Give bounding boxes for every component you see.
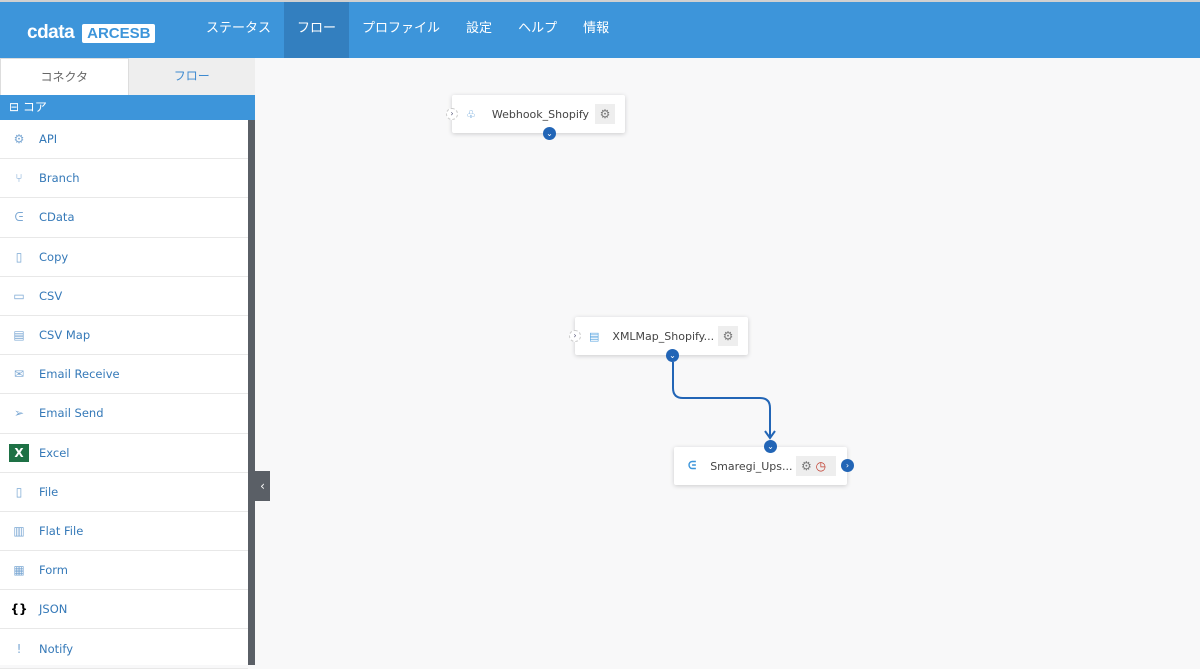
node-name: XMLMap_Shopify... <box>612 329 715 343</box>
flow-node-xmlmap[interactable]: › ▤ XMLMap_Shopify... ⚙ ⌄ <box>569 317 748 362</box>
gear-icon[interactable]: ⚙ <box>718 326 738 346</box>
output-port[interactable]: › <box>841 459 854 472</box>
webhook-icon: ♧ <box>466 107 476 121</box>
connection-xmlmap-to-smaregi <box>672 362 771 436</box>
input-port[interactable]: › <box>569 330 581 342</box>
gear-icon[interactable]: ⚙ <box>595 104 615 124</box>
cdata-icon: ᕮ <box>688 459 697 472</box>
xml-map-icon: ▤ <box>589 329 600 343</box>
schedule-icon[interactable]: ◷ <box>816 459 826 473</box>
node-name: Webhook_Shopify <box>491 107 590 121</box>
gear-icon[interactable]: ⚙ ◷ <box>796 456 836 476</box>
flow-node-smaregi[interactable]: ᕮ Smaregi_Ups... ⚙ ◷ ⌄ › <box>674 440 854 485</box>
input-port[interactable]: › <box>446 108 458 120</box>
node-name: Smaregi_Ups... <box>710 459 793 473</box>
output-port[interactable]: ⌄ <box>666 349 679 362</box>
flow-node-webhook[interactable]: › ♧ Webhook_Shopify ⚙ ⌄ <box>446 95 625 140</box>
input-port[interactable]: ⌄ <box>764 440 777 453</box>
output-port[interactable]: ⌄ <box>543 127 556 140</box>
